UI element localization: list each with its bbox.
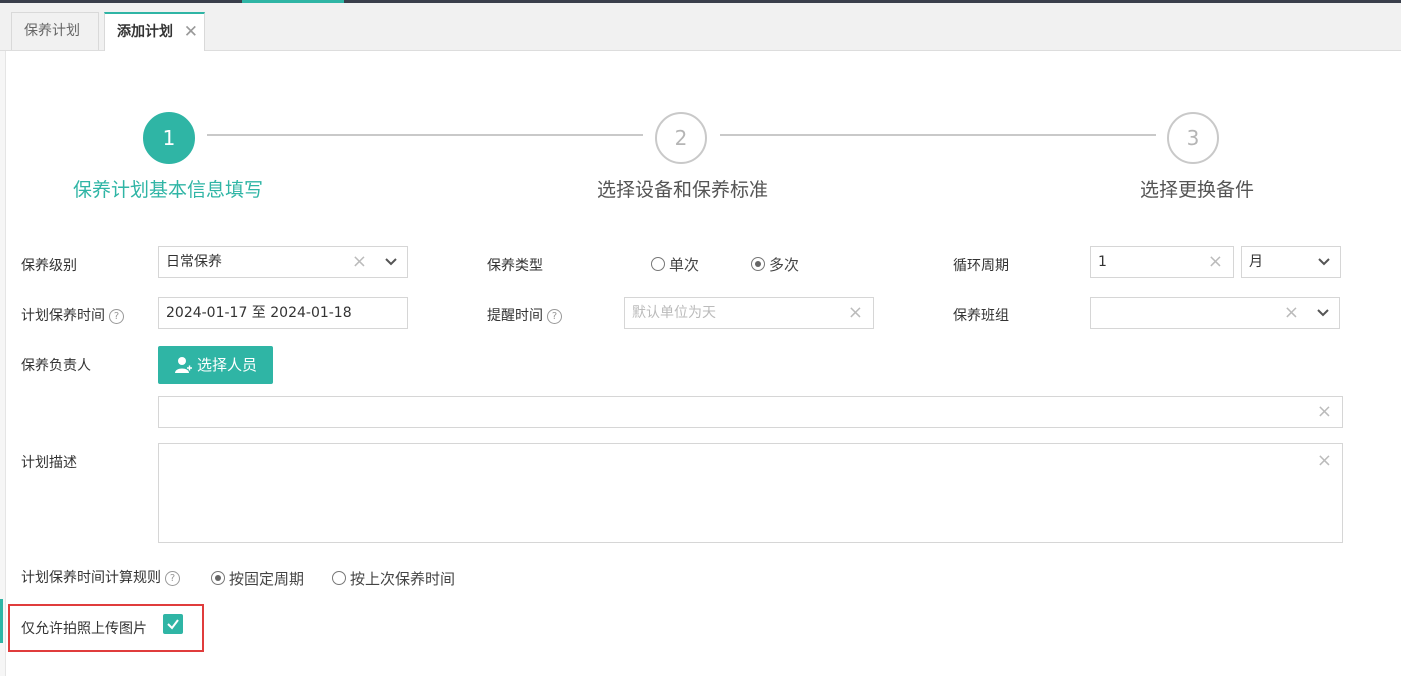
photo-only-checkbox[interactable] xyxy=(163,614,183,634)
desc-textarea[interactable]: × xyxy=(158,443,1343,543)
radio-label: 单次 xyxy=(669,256,700,274)
rule-radio-last[interactable]: 按上次保养时间 xyxy=(332,570,455,588)
left-indicator xyxy=(0,599,3,643)
remind-input[interactable]: 默认单位为天 × xyxy=(624,297,874,329)
clear-icon[interactable]: × xyxy=(848,298,863,328)
tab-bar: 保养计划 添加计划 ✕ xyxy=(0,3,1401,51)
step-3-label: 选择更换备件 xyxy=(1140,179,1255,201)
owner-label: 保养负责人 xyxy=(21,358,91,374)
rule-label: 计划保养时间计算规则? xyxy=(21,567,180,587)
radio-icon xyxy=(332,571,346,585)
rule-label-text: 计划保养时间计算规则 xyxy=(21,570,161,586)
plan-time-label-text: 计划保养时间 xyxy=(21,308,105,324)
cycle-input[interactable]: 1 × xyxy=(1090,246,1234,278)
team-label: 保养班组 xyxy=(953,308,1009,324)
step-3-indicator: 3 xyxy=(1167,112,1219,164)
plan-time-value: 2024-01-17 至 2024-01-18 xyxy=(166,305,352,321)
step-2-indicator: 2 xyxy=(655,112,707,164)
tab-label: 添加计划 xyxy=(117,24,173,40)
tab-label: 保养计划 xyxy=(24,23,80,39)
radio-label: 按上次保养时间 xyxy=(350,570,456,588)
level-select[interactable]: 日常保养 × xyxy=(158,246,408,278)
clear-icon[interactable]: × xyxy=(1317,446,1332,476)
chevron-down-icon[interactable] xyxy=(1318,256,1330,268)
rule-radio-fixed[interactable]: 按固定周期 xyxy=(211,570,304,588)
radio-label: 多次 xyxy=(769,256,800,274)
plan-time-range-input[interactable]: 2024-01-17 至 2024-01-18 xyxy=(158,297,408,329)
clear-icon[interactable]: × xyxy=(1208,247,1223,277)
photo-only-label: 仅允许拍照上传图片 xyxy=(21,621,147,637)
select-person-button[interactable]: 选择人员 xyxy=(158,346,273,384)
desc-label: 计划描述 xyxy=(21,455,77,471)
tab-maintenance-plan[interactable]: 保养计划 xyxy=(11,12,99,50)
type-label: 保养类型 xyxy=(487,258,543,274)
select-person-label: 选择人员 xyxy=(197,356,258,374)
remind-label-text: 提醒时间 xyxy=(487,308,543,324)
clear-icon[interactable]: × xyxy=(1284,298,1299,328)
help-icon[interactable]: ? xyxy=(547,309,562,324)
step-1-label: 保养计划基本信息填写 xyxy=(73,179,264,201)
radio-selected-icon xyxy=(211,571,225,585)
step-2-label: 选择设备和保养标准 xyxy=(597,179,769,201)
cycle-unit-select[interactable]: 月 xyxy=(1241,246,1341,278)
step-1-indicator: 1 xyxy=(143,112,195,164)
left-edge xyxy=(0,51,6,676)
radio-icon xyxy=(651,257,665,271)
cycle-value: 1 xyxy=(1098,254,1107,270)
step-connector xyxy=(207,134,643,136)
check-icon xyxy=(167,619,179,630)
team-select[interactable]: × xyxy=(1090,297,1340,329)
radio-label: 按固定周期 xyxy=(229,570,305,588)
step-connector xyxy=(720,134,1156,136)
type-radio-single[interactable]: 单次 xyxy=(651,256,699,274)
level-label: 保养级别 xyxy=(21,258,77,274)
close-icon[interactable]: ✕ xyxy=(184,14,198,50)
cycle-unit-value: 月 xyxy=(1249,254,1263,270)
chevron-down-icon[interactable] xyxy=(1317,307,1329,319)
clear-icon[interactable]: × xyxy=(352,247,367,277)
level-value: 日常保养 xyxy=(166,254,222,270)
cycle-label: 循环周期 xyxy=(953,258,1009,274)
help-icon[interactable]: ? xyxy=(165,571,180,586)
clear-icon[interactable]: × xyxy=(1317,397,1332,427)
help-icon[interactable]: ? xyxy=(109,309,124,324)
type-radio-multi[interactable]: 多次 xyxy=(751,256,799,274)
radio-selected-icon xyxy=(751,257,765,271)
tab-add-plan[interactable]: 添加计划 ✕ xyxy=(104,12,205,51)
chevron-down-icon[interactable] xyxy=(385,256,397,268)
remind-label: 提醒时间? xyxy=(487,305,562,325)
owner-field[interactable]: × xyxy=(158,396,1343,428)
remind-placeholder: 默认单位为天 xyxy=(632,305,716,321)
plan-time-label: 计划保养时间? xyxy=(21,305,124,325)
add-user-icon xyxy=(175,357,192,373)
